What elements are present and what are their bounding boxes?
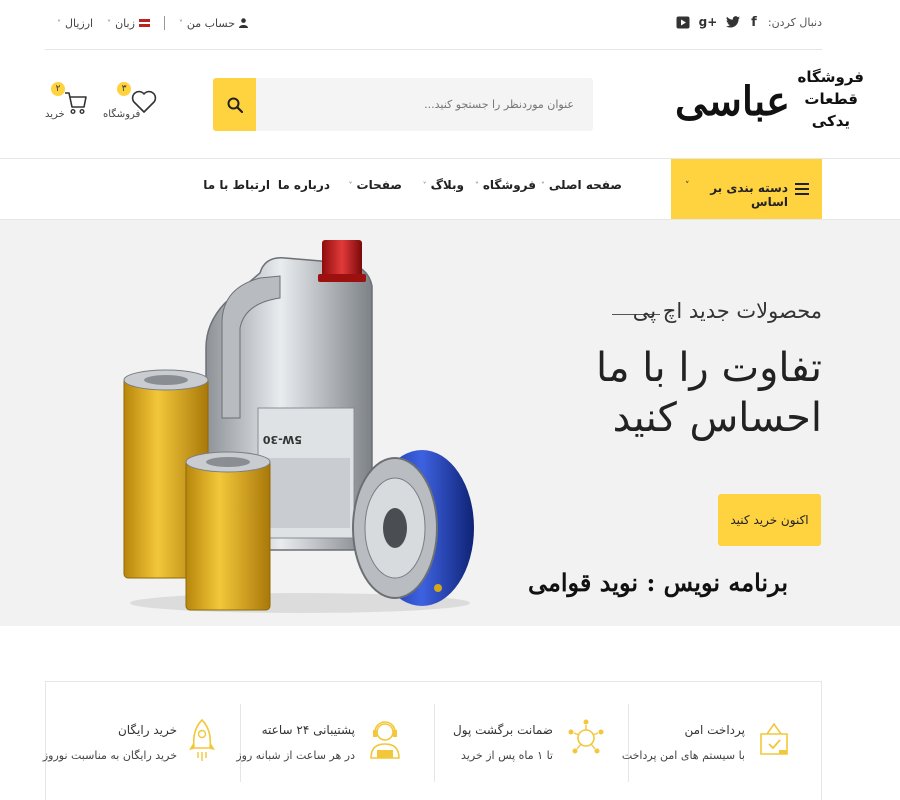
chevron-down-icon: ˅ xyxy=(474,180,479,190)
wallet-icon xyxy=(760,722,788,755)
svg-text:5W-30: 5W-30 xyxy=(262,433,302,446)
twitter-icon[interactable] xyxy=(724,13,742,31)
chevron-down-icon: ˅ xyxy=(685,181,690,191)
account-menu[interactable]: ˅ حساب من xyxy=(179,17,248,30)
search-button[interactable] xyxy=(213,78,256,131)
nav-label: فروشگاه xyxy=(482,178,536,192)
feature-money-back: ضمانت برگشت پول تا ۱ ماه پس از خرید xyxy=(435,682,629,800)
shop-now-button[interactable]: اکنون خرید کنید xyxy=(718,494,821,546)
chevron-down-icon: ˅ xyxy=(540,180,545,190)
feature-title: ضمانت برگشت پول xyxy=(453,723,553,737)
wishlist-button[interactable]: ۳ فروشگاه xyxy=(103,82,158,127)
feature-title: پشتیبانی ۲۴ ساعته xyxy=(261,723,355,737)
developer-credit: برنامه نویس : نوید قوامی xyxy=(528,568,789,597)
cart-icon xyxy=(65,92,87,115)
category-menu-button[interactable]: دسته بندی بر اساس ˅ xyxy=(671,159,822,219)
user-icon xyxy=(239,18,248,28)
nav-item-blog[interactable]: وبلاگ ˅ xyxy=(423,178,464,192)
logo[interactable]: عباسی xyxy=(675,78,790,125)
hamburger-icon xyxy=(795,183,809,198)
feature-support: پشتیبانی ۲۴ ساعته در هر ساعت از شبانه رو… xyxy=(236,682,435,800)
top-menu: ˅ ارزیال ˅ زبان ˅ حساب من xyxy=(57,16,248,30)
nav-item-pages[interactable]: صفحات ˅ xyxy=(349,178,402,192)
nav-item-home[interactable]: صفحه اصلی ˅ xyxy=(541,178,622,192)
feature-subtitle: در هر ساعت از شبانه روز xyxy=(236,749,355,762)
chevron-down-icon: ˅ xyxy=(57,18,61,28)
search-icon xyxy=(227,97,243,113)
top-bar: دنبال کردن: f g+ ˅ ارزیال ˅ زبان ˅ حساب … xyxy=(45,0,822,50)
feature-secure-payment: پرداخت امن با سیستم های امن پرداخت xyxy=(622,682,823,800)
feature-title: پرداخت امن xyxy=(684,723,745,737)
language-selector[interactable]: ˅ زبان xyxy=(107,17,150,30)
nav-label: وبلاگ xyxy=(430,178,464,192)
cart-label: خرید xyxy=(45,109,65,120)
features-strip: پرداخت امن با سیستم های امن پرداخت ضمانت… xyxy=(43,681,823,800)
youtube-icon[interactable] xyxy=(674,13,692,31)
logo-line-1: فروشگاه xyxy=(797,68,864,86)
chevron-down-icon: ˅ xyxy=(348,180,353,190)
google-plus-icon[interactable]: g+ xyxy=(699,13,718,31)
logo-line-2: قطعات xyxy=(804,90,858,108)
wishlist-label: فروشگاه xyxy=(103,109,141,120)
logo-subtitle: فروشگاه قطعات یدکی xyxy=(792,66,864,132)
feature-subtitle: با سیستم های امن پرداخت xyxy=(621,749,745,762)
money-back-icon xyxy=(568,719,604,754)
follow-label: دنبال کردن: xyxy=(767,16,822,29)
logo-line-3: یدکی xyxy=(811,112,850,130)
uk-flag-icon xyxy=(138,19,150,27)
nav-item-contact[interactable]: ارتباط با ما xyxy=(203,178,270,192)
chevron-down-icon: ˅ xyxy=(178,18,183,28)
search-input[interactable] xyxy=(262,78,582,131)
nav-item-shop[interactable]: فروشگاه ˅ xyxy=(475,178,536,192)
chevron-down-icon: ˅ xyxy=(422,180,427,190)
wishlist-count-badge: ۳ xyxy=(117,82,131,96)
chevron-down-icon: ˅ xyxy=(107,18,112,28)
nav-label: درباره ما xyxy=(277,178,330,192)
currency-selector[interactable]: ˅ ارزیال xyxy=(57,17,93,30)
currency-label: ارزیال xyxy=(65,16,94,30)
language-label: زبان xyxy=(115,16,135,30)
nav-item-about[interactable]: درباره ما xyxy=(278,178,330,192)
facebook-icon[interactable]: f xyxy=(745,13,763,31)
hero-product-image: 5W-30 xyxy=(123,240,474,613)
nav-label: صفحات xyxy=(356,178,402,192)
cart-button[interactable]: ۲ خرید xyxy=(43,82,98,127)
feature-subtitle: تا ۱ ماه پس از خرید xyxy=(461,749,553,762)
hero-title: تفاوت را با ما احساس کنید xyxy=(595,345,822,441)
feature-title: خرید رایگان xyxy=(117,723,177,737)
support-agent-icon xyxy=(370,721,400,759)
feature-subtitle: خرید رایگان به مناسبت نوروز xyxy=(42,749,177,762)
divider xyxy=(163,16,165,30)
nav-label: ارتباط با ما xyxy=(203,178,270,192)
hero-kicker: محصولات جدید اچ پی xyxy=(632,299,822,323)
rocket-icon xyxy=(189,718,215,761)
cart-count-badge: ۲ xyxy=(51,82,65,96)
account-label: حساب من xyxy=(186,16,235,30)
feature-free-shipping: خرید رایگان خرید رایگان به مناسبت نوروز xyxy=(43,682,241,800)
nav-label: صفحه اصلی xyxy=(548,178,622,192)
